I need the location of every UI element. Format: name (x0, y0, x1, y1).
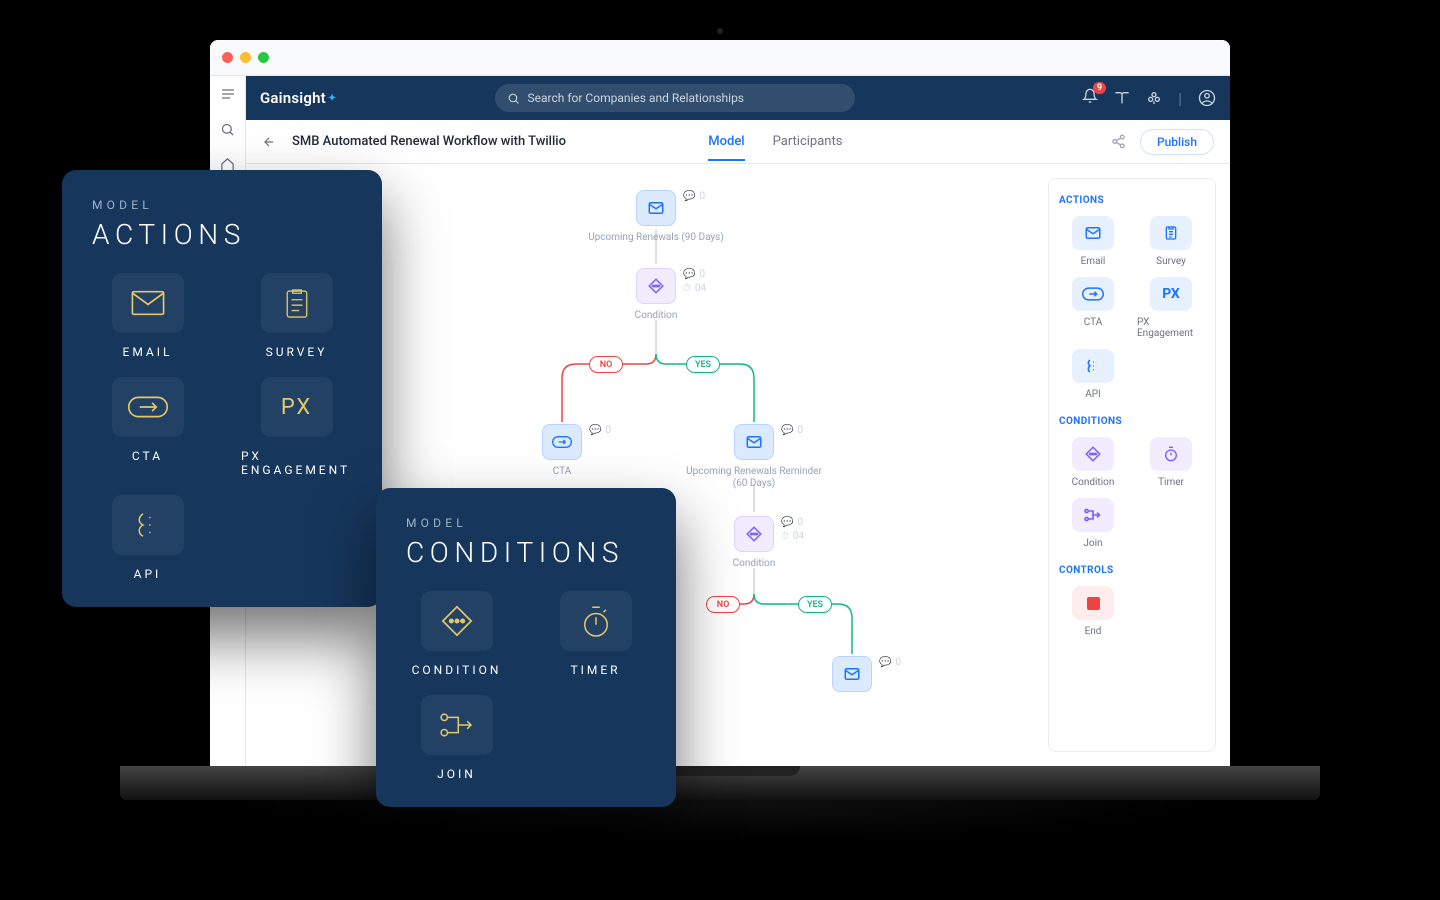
tab-model[interactable]: Model (708, 134, 744, 161)
back-arrow-icon[interactable] (262, 135, 276, 149)
branch-no-pill-2: NO (706, 596, 740, 613)
overlay-item-survey[interactable]: SURVEY (241, 273, 352, 359)
avatar[interactable] (1198, 89, 1216, 107)
camera-dot (717, 28, 723, 34)
branch-no-pill: NO (589, 356, 623, 373)
overlay-title: ACTIONS (92, 218, 352, 251)
flow-node-email-2[interactable]: 💬 0 Upcoming Renewals Reminder (60 Days) (674, 424, 834, 490)
page-title: SMB Automated Renewal Workflow with Twil… (292, 134, 566, 149)
search-icon[interactable] (220, 122, 235, 137)
flow-node-condition-1[interactable]: 💬 0⏱ 04 Condition (576, 268, 736, 322)
palette-email[interactable]: Email (1059, 216, 1127, 267)
palette-label: End (1085, 626, 1102, 637)
close-window-dot[interactable] (222, 52, 233, 63)
branch-yes-pill-2: YES (798, 596, 832, 613)
palette-px[interactable]: PXPX Engagement (1137, 277, 1205, 339)
overlay-actions-panel: MODEL ACTIONS EMAIL SURVEY CTA PX PX ENG… (62, 170, 382, 607)
panel-title-actions: ACTIONS (1059, 195, 1205, 206)
palette-panel: ACTIONS Email Survey CTA PXPX Engagement… (1048, 178, 1216, 752)
global-search[interactable]: Search for Companies and Relationships (495, 84, 855, 112)
overlay-item-api[interactable]: API (92, 495, 203, 581)
palette-label: PX Engagement (1137, 317, 1205, 339)
tab-participants[interactable]: Participants (773, 134, 843, 161)
palette-label: Survey (1156, 256, 1186, 267)
overlay-eyebrow: MODEL (406, 516, 646, 530)
palette-condition[interactable]: Condition (1059, 437, 1127, 488)
palette-label: Email (1081, 256, 1106, 267)
palette-cta[interactable]: CTA (1059, 277, 1127, 339)
end-icon (1087, 597, 1100, 610)
overlay-item-join[interactable]: JOIN (406, 695, 507, 781)
overlay-item-px[interactable]: PX PX ENGAGEMENT (241, 377, 352, 477)
flow-node-cta[interactable]: 💬 0 CTA (482, 424, 642, 478)
palette-label: Join (1083, 538, 1102, 549)
search-placeholder: Search for Companies and Relationships (528, 91, 745, 105)
panel-title-controls: CONTROLS (1059, 565, 1205, 576)
menu-icon[interactable] (220, 86, 236, 102)
minimize-window-dot[interactable] (240, 52, 251, 63)
search-icon (507, 92, 520, 105)
overlay-title: CONDITIONS (406, 536, 646, 569)
palette-label: CTA (1084, 317, 1102, 328)
notification-badge: 9 (1093, 82, 1106, 94)
notifications-button[interactable]: 9 (1082, 88, 1098, 108)
app-header: Gainsight✦ Search for Companies and Rela… (246, 76, 1230, 120)
palette-survey[interactable]: Survey (1137, 216, 1205, 267)
publish-button[interactable]: Publish (1140, 129, 1214, 155)
overlay-item-email[interactable]: EMAIL (92, 273, 203, 359)
maximize-window-dot[interactable] (258, 52, 269, 63)
palette-label: Condition (1072, 477, 1115, 488)
flow-node-email-3[interactable]: 💬 0 (772, 656, 932, 692)
page-toolbar: SMB Automated Renewal Workflow with Twil… (246, 120, 1230, 164)
palette-label: Timer (1158, 477, 1184, 488)
branch-yes-pill: YES (686, 356, 720, 373)
overlay-eyebrow: MODEL (92, 198, 352, 212)
overlay-item-condition[interactable]: CONDITION (406, 591, 507, 677)
palette-label: API (1085, 389, 1101, 400)
browser-chrome (210, 40, 1230, 76)
panel-title-conditions: CONDITIONS (1059, 416, 1205, 427)
share-icon[interactable] (1111, 134, 1126, 149)
flow-node-email-1[interactable]: 💬 0 Upcoming Renewals (90 Days) (576, 190, 736, 244)
flow-node-condition-2[interactable]: 💬 0⏱ 04 Condition (674, 516, 834, 570)
overlay-item-cta[interactable]: CTA (92, 377, 203, 477)
club-icon[interactable] (1146, 90, 1162, 106)
brand-logo[interactable]: Gainsight✦ (260, 89, 337, 107)
palette-end[interactable]: End (1059, 586, 1127, 637)
palette-api[interactable]: API (1059, 349, 1127, 400)
overlay-item-timer[interactable]: TIMER (545, 591, 646, 677)
palette-timer[interactable]: Timer (1137, 437, 1205, 488)
window-traffic-lights[interactable] (222, 52, 269, 63)
overlay-conditions-panel: MODEL CONDITIONS CONDITION TIMER JOIN (376, 488, 676, 807)
palette-join[interactable]: Join (1059, 498, 1127, 549)
book-icon[interactable] (1114, 90, 1130, 106)
